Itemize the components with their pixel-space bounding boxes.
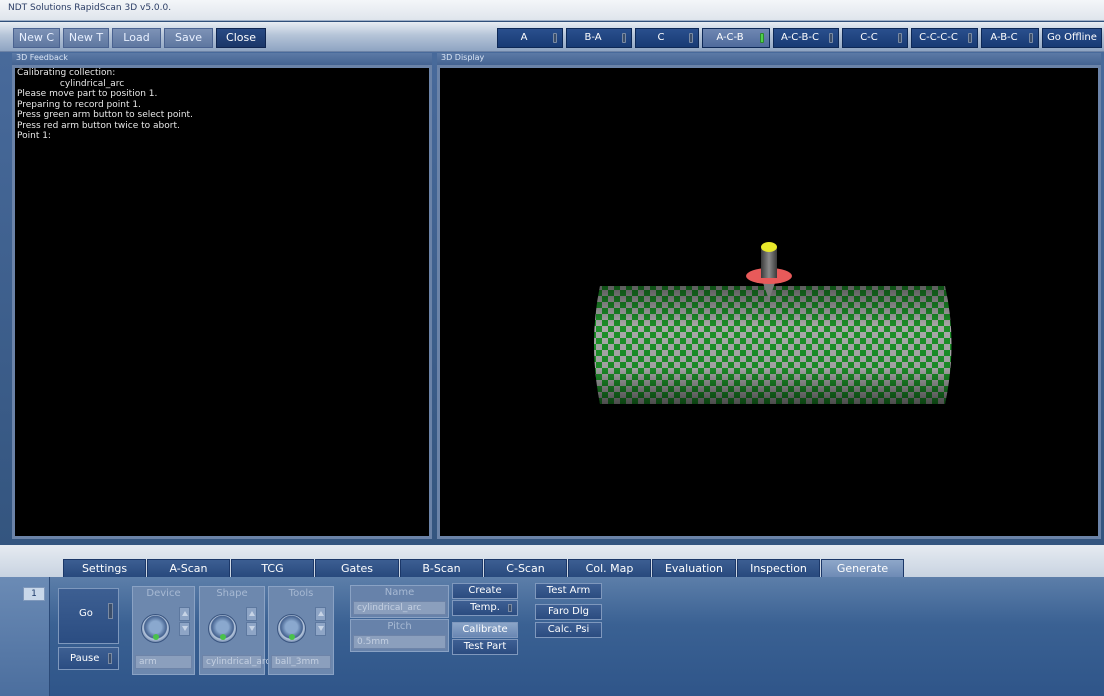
view-a-button[interactable]: A (497, 28, 563, 48)
temp-label: Temp. (470, 602, 500, 613)
device-field: arm (135, 655, 192, 669)
view-label: A-C-B (716, 32, 744, 43)
view-label: C-C-C-C (919, 32, 958, 43)
temp-button[interactable]: Temp. (452, 600, 518, 616)
toolbar: New C New T Load Save Close A B-A C A-C-… (0, 22, 1104, 52)
save-button[interactable]: Save (164, 28, 213, 48)
feedback-line: cylindrical_arc (17, 78, 125, 89)
shape-group: Shape cylindrical_arc (199, 586, 270, 675)
tab-c-scan[interactable]: C-Scan (484, 559, 567, 578)
tab-b-scan[interactable]: B-Scan (400, 559, 483, 578)
pitch-group: Pitch 0.5mm (350, 619, 449, 652)
new-t-button[interactable]: New T (63, 28, 109, 48)
tab-tcg[interactable]: TCG (231, 559, 314, 578)
view-label: B-A (584, 32, 602, 43)
go-button[interactable]: Go (58, 588, 119, 644)
close-button[interactable]: Close (216, 28, 266, 48)
device-group: Device arm (132, 586, 195, 675)
display-panel-title: 3D Display (437, 53, 1101, 65)
faro-dlg-button[interactable]: Faro Dlg (535, 604, 602, 620)
pitch-title: Pitch (387, 621, 412, 632)
tab-a-scan[interactable]: A-Scan (147, 559, 230, 578)
feedback-panel-title: 3D Feedback (12, 53, 432, 65)
tab-settings[interactable]: Settings (63, 559, 146, 578)
device-knob-icon[interactable] (141, 614, 170, 643)
name-title: Name (384, 587, 415, 598)
device-up-icon[interactable] (179, 607, 190, 621)
shape-down-icon[interactable] (246, 622, 257, 636)
view-indicator (553, 33, 557, 43)
view-c-c-c-c-button[interactable]: C-C-C-C (911, 28, 978, 48)
view-c-button[interactable]: C (635, 28, 699, 48)
view-label: C-C (860, 32, 878, 43)
tab-col-map[interactable]: Col. Map (568, 559, 651, 578)
feedback-line: Press red arm button twice to abort. (17, 120, 180, 131)
go-indicator (108, 603, 113, 619)
feedback-line: Preparing to record point 1. (17, 99, 141, 110)
pitch-field[interactable]: 0.5mm (353, 635, 446, 649)
view-indicator (829, 33, 833, 43)
3d-display-viewport[interactable] (437, 65, 1101, 539)
go-label: Go (79, 608, 93, 619)
view-indicator (689, 33, 693, 43)
tools-group: Tools ball_3mm (268, 586, 334, 675)
name-field[interactable]: cylindrical_arc (353, 601, 446, 615)
view-label: C (657, 32, 665, 43)
feedback-line: Please move part to position 1. (17, 89, 158, 99)
title-bar: NDT Solutions RapidScan 3D v5.0.0. (0, 0, 1104, 21)
view-c-c-button[interactable]: C-C (842, 28, 908, 48)
tools-knob-icon[interactable] (277, 614, 306, 643)
tab-strip: Settings A-Scan TCG Gates B-Scan C-Scan … (0, 545, 1104, 578)
pause-indicator (108, 653, 112, 664)
view-label: A-B-C (990, 32, 1018, 43)
feedback-line: Calibrating collection: (17, 68, 116, 78)
tab-gates[interactable]: Gates (315, 559, 399, 578)
shape-field: cylindrical_arc (202, 655, 270, 669)
test-arm-button[interactable]: Test Arm (535, 583, 602, 599)
page-1-button[interactable]: 1 (23, 587, 45, 601)
view-indicator (968, 33, 972, 43)
tools-up-icon[interactable] (315, 607, 326, 621)
shape-knob-icon[interactable] (208, 614, 237, 643)
view-indicator (760, 33, 764, 43)
name-group: Name cylindrical_arc (350, 585, 449, 618)
calc-psi-button[interactable]: Calc. Psi (535, 622, 602, 638)
view-indicator (1029, 33, 1033, 43)
feedback-line: Point 1: (17, 131, 51, 141)
window-title: NDT Solutions RapidScan 3D v5.0.0. (8, 3, 172, 13)
cylindrical-part (594, 286, 952, 404)
shape-title: Shape (216, 588, 248, 599)
device-down-icon[interactable] (179, 622, 190, 636)
device-title: Device (146, 588, 181, 599)
test-part-button[interactable]: Test Part (452, 639, 518, 655)
view-b-a-button[interactable]: B-A (566, 28, 632, 48)
temp-indicator (508, 604, 512, 612)
view-label: A-C-B-C (781, 32, 819, 43)
pause-label: Pause (70, 653, 100, 664)
new-c-button[interactable]: New C (13, 28, 60, 48)
view-a-b-c-button[interactable]: A-B-C (981, 28, 1039, 48)
view-a-c-b-button[interactable]: A-C-B (702, 28, 770, 48)
pause-button[interactable]: Pause (58, 647, 119, 670)
tools-field: ball_3mm (271, 655, 331, 669)
tools-title: Tools (288, 588, 314, 599)
tab-inspection[interactable]: Inspection (737, 559, 820, 578)
load-button[interactable]: Load (112, 28, 161, 48)
tools-down-icon[interactable] (315, 622, 326, 636)
go-offline-button[interactable]: Go Offline (1042, 28, 1102, 48)
3d-scene (594, 242, 952, 404)
view-indicator (898, 33, 902, 43)
create-button[interactable]: Create (452, 583, 518, 599)
shape-up-icon[interactable] (246, 607, 257, 621)
view-a-c-b-c-button[interactable]: A-C-B-C (773, 28, 839, 48)
tab-generate[interactable]: Generate (821, 559, 904, 578)
feedback-console: Calibrating collection: cylindrical_arc … (12, 65, 432, 539)
feedback-line: Press green arm button to select point. (17, 110, 193, 120)
view-label: A (520, 32, 528, 43)
tab-evaluation[interactable]: Evaluation (652, 559, 736, 578)
calibrate-button[interactable]: Calibrate (452, 622, 518, 638)
view-indicator (622, 33, 626, 43)
